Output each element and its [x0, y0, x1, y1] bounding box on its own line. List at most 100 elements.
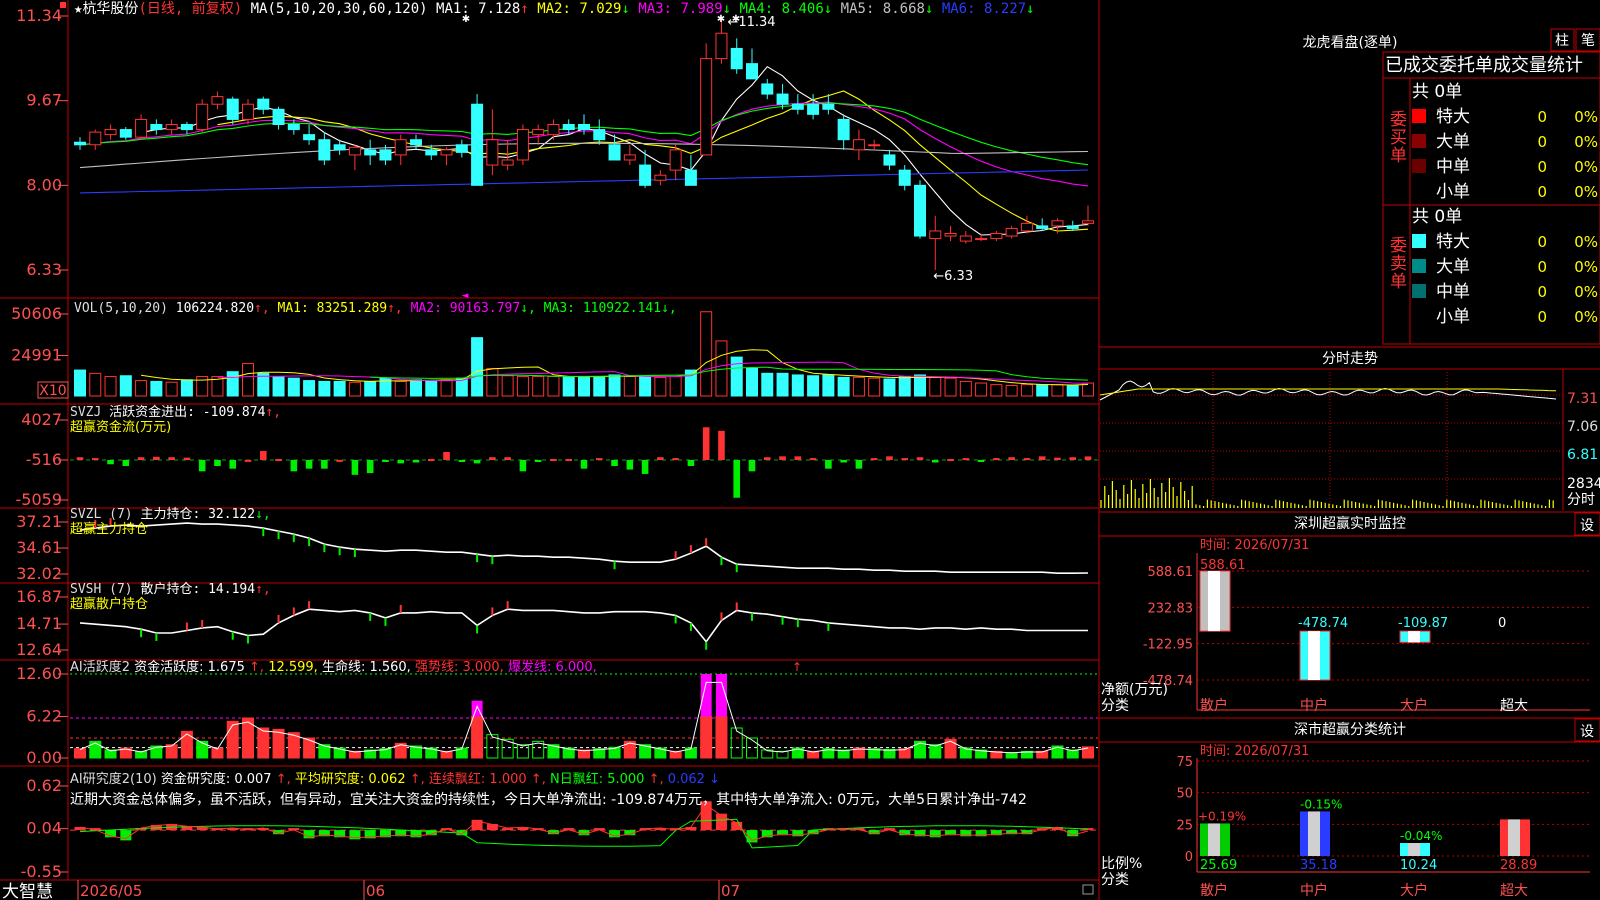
volume-bar — [501, 375, 514, 397]
ma5-line — [79, 142, 1089, 169]
candle[interactable] — [883, 154, 896, 166]
candle[interactable] — [761, 83, 774, 95]
sz-x-title: 分类 — [1101, 698, 1129, 714]
candle[interactable] — [180, 123, 193, 131]
candle[interactable] — [348, 146, 361, 156]
volume-bar — [578, 376, 590, 397]
candle[interactable] — [852, 139, 865, 151]
svzl-line — [79, 522, 1089, 575]
candle[interactable] — [226, 98, 239, 120]
activity-bar — [1005, 752, 1018, 759]
candle[interactable] — [1066, 225, 1079, 229]
menu-marker-icon[interactable] — [60, 2, 66, 8]
candle[interactable] — [837, 118, 850, 141]
ma-value: 8.668 — [874, 1, 925, 17]
candle[interactable] — [776, 93, 789, 105]
candle[interactable] — [516, 129, 529, 161]
candle[interactable] — [990, 232, 1003, 240]
volume-bar — [807, 375, 820, 397]
candle[interactable] — [623, 154, 636, 161]
candle[interactable] — [379, 149, 392, 161]
candle[interactable] — [211, 96, 224, 105]
candle[interactable] — [165, 123, 178, 131]
candle[interactable] — [303, 134, 316, 141]
candle[interactable] — [608, 144, 621, 161]
cls-x-title: 分类 — [1101, 872, 1129, 888]
candle[interactable] — [104, 129, 117, 136]
candle[interactable] — [746, 63, 758, 80]
candle[interactable] — [639, 164, 652, 186]
candle[interactable] — [562, 123, 575, 131]
candle[interactable] — [868, 144, 881, 147]
candle[interactable] — [425, 149, 438, 156]
candle[interactable] — [929, 230, 942, 240]
candle[interactable] — [914, 184, 926, 237]
candle[interactable] — [318, 139, 331, 161]
candle[interactable] — [669, 149, 682, 171]
candle[interactable] — [394, 139, 407, 156]
volume-bar — [287, 377, 300, 397]
candle[interactable] — [684, 169, 697, 186]
candle[interactable] — [700, 58, 713, 156]
vol-ma-value: 83251.289 — [317, 301, 387, 316]
ai2-item: 资金研究度: 0.007 — [161, 771, 276, 787]
candle[interactable] — [89, 131, 102, 146]
candle[interactable] — [410, 139, 422, 146]
candle[interactable] — [730, 47, 743, 70]
candle[interactable] — [1036, 225, 1049, 229]
candle[interactable] — [272, 108, 285, 125]
candle[interactable] — [1082, 220, 1094, 224]
candle[interactable] — [654, 174, 667, 181]
volume-bar — [562, 376, 575, 397]
candle[interactable] — [455, 144, 468, 153]
volume-bar — [623, 376, 636, 397]
candle[interactable] — [486, 139, 499, 166]
ma-label: MA5: — [841, 1, 875, 17]
candle[interactable] — [959, 235, 972, 242]
candle[interactable] — [532, 129, 545, 136]
candle[interactable] — [715, 32, 728, 60]
candle[interactable] — [593, 129, 606, 141]
candle[interactable] — [119, 129, 132, 138]
volume-bar — [654, 376, 667, 397]
sell-row-pct: 0% — [1574, 283, 1598, 301]
candle[interactable] — [196, 103, 209, 131]
candle[interactable] — [242, 103, 254, 120]
ai1-item: 12.599, — [268, 660, 322, 675]
candle[interactable] — [822, 103, 835, 110]
buy-row-name: 特大 — [1436, 107, 1470, 127]
candle[interactable] — [501, 159, 514, 166]
ma-arrow: ↑ — [520, 1, 537, 17]
candle[interactable] — [440, 149, 453, 156]
candle[interactable] — [578, 123, 590, 131]
candle[interactable] — [1005, 227, 1018, 237]
candle[interactable] — [471, 103, 484, 186]
fund-flow-bar — [290, 460, 298, 472]
candle[interactable] — [807, 103, 820, 115]
activity-bar — [196, 740, 209, 759]
candle[interactable] — [150, 123, 163, 131]
fund-flow-bar — [473, 460, 481, 464]
candle[interactable] — [791, 103, 804, 110]
candle[interactable] — [287, 123, 300, 131]
svsh-subtitle: 超赢散户持仓 — [70, 596, 148, 612]
candle[interactable] — [944, 232, 957, 237]
volume-bar — [975, 382, 988, 397]
sz-bar-highlight — [1208, 571, 1220, 632]
candle[interactable] — [364, 149, 377, 156]
candle[interactable] — [975, 238, 988, 241]
vol-ma-value: 90163.797 — [450, 301, 520, 316]
candle[interactable] — [1051, 220, 1064, 227]
candle[interactable] — [547, 123, 560, 136]
svzj-head: SVZJ — [70, 405, 109, 420]
candle[interactable] — [74, 141, 86, 146]
candle[interactable] — [257, 98, 270, 110]
candle[interactable] — [1020, 222, 1033, 232]
fund-flow-bar — [1069, 457, 1077, 460]
candle[interactable] — [898, 169, 911, 186]
candle[interactable] — [135, 118, 148, 138]
candle[interactable] — [333, 144, 346, 151]
lock-icon[interactable] — [1082, 884, 1094, 895]
ai2-item: ↑, — [410, 772, 429, 787]
fund-flow-bar — [427, 458, 435, 461]
